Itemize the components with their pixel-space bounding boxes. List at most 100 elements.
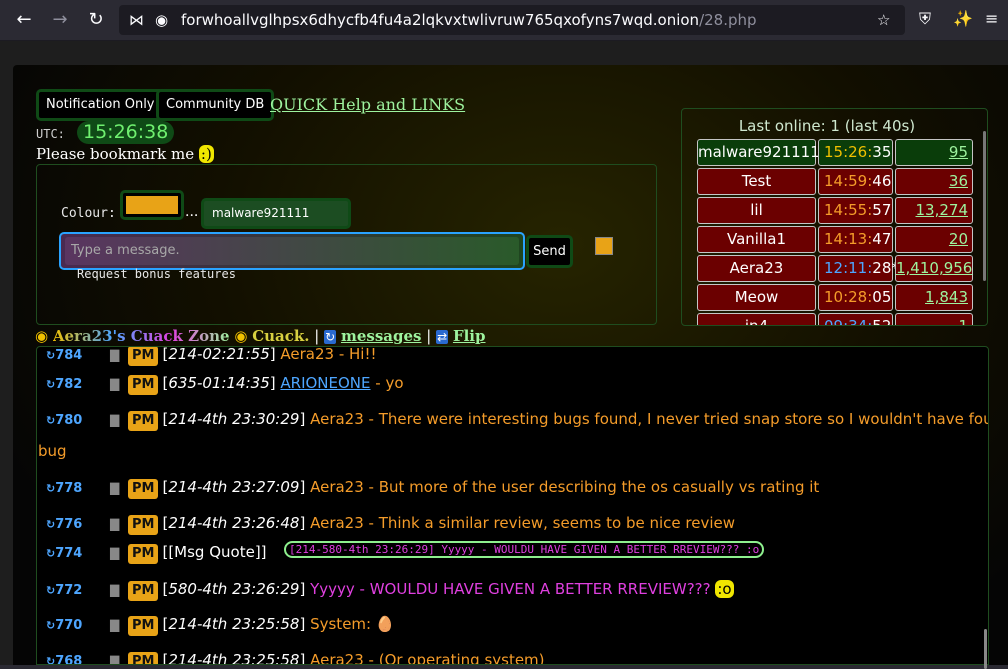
message-timestamp: [580-4th 23:26:29]	[162, 580, 306, 598]
dots-separator: ...	[185, 204, 199, 220]
chat-app-panel: Notification Only Community DB QUICK Hel…	[13, 65, 1008, 665]
username-field[interactable]: malware921111	[201, 198, 351, 229]
emote: :o	[715, 580, 734, 598]
menu-icon[interactable]: ≡	[985, 9, 998, 28]
chat-log: ↻784 PM [214-02:21:55] Aera23 - Hi!! ▇ ↻782 P…	[36, 346, 989, 665]
online-user-name: lil	[697, 197, 816, 224]
forward-icon[interactable]: →	[48, 8, 72, 32]
back-icon[interactable]: ←	[12, 8, 36, 32]
message-menu-icon[interactable]: ▇	[110, 348, 119, 362]
online-user-time: 09:34:52	[818, 313, 893, 326]
pm-button[interactable]: PM	[128, 616, 159, 636]
message-timestamp: [214-4th 23:30:29]	[162, 410, 306, 428]
pm-button[interactable]: PM	[128, 515, 159, 535]
message-text: [[Msg Quote]]	[162, 543, 267, 561]
message-text: 🥚	[371, 615, 395, 633]
reply-icon[interactable]: ↻	[46, 482, 55, 495]
flip-link[interactable]: Flip	[453, 327, 486, 345]
online-user-name: Meow	[697, 284, 816, 311]
online-user-time: 15:26:35	[818, 139, 893, 166]
refresh-icon[interactable]: ↻	[324, 330, 337, 344]
message-menu-icon[interactable]: ▇	[110, 618, 119, 632]
cuack-text: Cuack.	[252, 327, 310, 345]
reply-icon[interactable]: ↻	[46, 414, 55, 427]
pm-button[interactable]: PM	[128, 544, 159, 564]
online-user-time: 14:59:46	[818, 168, 893, 195]
shield-icon[interactable]: ⛨	[919, 9, 931, 29]
chat-message: ↻774 PM [[Msg Quote]]	[46, 536, 267, 570]
message-text: - (Or operating system)	[363, 651, 545, 665]
message-text: - WOULDU HAVE GIVEN A BETTER RREVIEW???	[354, 580, 711, 598]
community-db-button[interactable]: Community DB	[156, 89, 275, 121]
pm-button[interactable]: PM	[128, 479, 159, 499]
message-author[interactable]: ARIONEONE	[280, 374, 370, 392]
reply-icon[interactable]: ↻	[46, 378, 55, 391]
colour-label: Colour:	[61, 206, 116, 221]
message-menu-icon[interactable]: ▇	[110, 546, 119, 560]
chat-message: ↻772 PM [580-4th 23:26:29] Yyyyy - WOULDU …	[46, 573, 734, 607]
online-user-count[interactable]: 1,843	[895, 284, 973, 311]
page-scrollbar[interactable]	[984, 629, 987, 669]
message-author: Aera23	[310, 514, 364, 532]
online-user-time: 10:28:05	[818, 284, 893, 311]
send-button[interactable]: Send	[526, 235, 573, 268]
chat-message: ↻778 PM [214-4th 23:27:09] Aera23 - But mo…	[46, 471, 819, 505]
reply-icon[interactable]: ↻	[46, 584, 55, 597]
online-scrollbar[interactable]	[983, 131, 986, 281]
message-author: Aera23	[280, 346, 335, 363]
colour-swatch[interactable]	[595, 237, 613, 255]
message-menu-icon[interactable]: ▇	[110, 583, 119, 597]
pm-button[interactable]: PM	[128, 652, 159, 664]
chat-message: ↻768 PM [214-4th 23:25:58] Aera23 - (Or op…	[46, 644, 545, 665]
smiley-emote: :)	[198, 145, 214, 163]
quick-help-link[interactable]: QUICK Help and LINKS	[270, 95, 465, 114]
reply-icon[interactable]: ↻	[46, 619, 55, 632]
message-input[interactable]: Type a message.	[59, 232, 525, 270]
online-user-count[interactable]: 13,274	[895, 197, 973, 224]
online-time-s: 46	[872, 172, 892, 190]
notification-only-button[interactable]: Notification Only	[36, 89, 165, 121]
pm-button[interactable]: PM	[128, 411, 159, 431]
browser-toolbar: ← → ↻ ⋈ ◉ forwhoallvglhpsx6dhycfb4fu4a2l…	[0, 0, 1008, 41]
message-placeholder[interactable]: Type a message.	[65, 237, 519, 265]
pm-button[interactable]: PM	[128, 375, 159, 395]
bookmark-star-icon[interactable]: ☆	[877, 11, 890, 29]
reply-icon[interactable]: ↻	[46, 547, 55, 560]
message-author: Aera23	[310, 651, 364, 665]
message-menu-icon[interactable]: ▇	[110, 481, 119, 495]
onion-icon[interactable]: ◉	[155, 11, 168, 29]
flip-icon[interactable]: ⇄	[436, 330, 449, 344]
pm-button[interactable]: PM	[128, 581, 159, 601]
colour-picker-button[interactable]	[120, 190, 184, 220]
message-author: Aera23	[310, 478, 364, 496]
message-menu-icon[interactable]: ▇	[110, 377, 119, 391]
reply-icon[interactable]: ↻	[46, 349, 55, 362]
new-identity-icon[interactable]: ✨	[953, 9, 973, 28]
online-time-s: 52	[872, 317, 892, 326]
messages-link[interactable]: messages	[341, 327, 422, 345]
reload-icon[interactable]: ↻	[84, 8, 108, 32]
online-user-name: Aera23	[697, 255, 816, 282]
online-user-count[interactable]: 1	[895, 313, 973, 325]
message-menu-icon[interactable]: ▇	[110, 517, 119, 531]
quoted-message: [214-580-4th 23:26:29] Yyyyy - WOULDU HA…	[284, 541, 765, 558]
online-time-hm: 14:55:	[824, 201, 873, 219]
message-menu-icon[interactable]: ▇	[110, 413, 119, 427]
online-user-time: 14:55:57	[818, 197, 893, 224]
message-menu-icon[interactable]: ▇	[110, 654, 119, 664]
pm-button[interactable]: PM	[128, 347, 159, 366]
message-author: Yyyyy	[310, 580, 355, 598]
online-user-count[interactable]: 95	[895, 139, 973, 166]
online-user-count[interactable]: 20	[895, 226, 973, 253]
message-author: System:	[310, 615, 372, 633]
reply-icon[interactable]: ↻	[46, 518, 55, 531]
reply-icon[interactable]: ↻	[46, 655, 55, 664]
message-continuation: bug	[38, 442, 67, 460]
url-bar[interactable]: ⋈ ◉ forwhoallvglhpsx6dhycfb4fu4a2lqkvxtw…	[119, 5, 905, 35]
online-user-count[interactable]: 36	[895, 168, 973, 195]
online-user-name: in4	[697, 313, 816, 325]
online-user-count[interactable]: 1,410,956	[895, 255, 973, 282]
tor-circuit-icon[interactable]: ⋈	[129, 11, 144, 29]
message-text: - There were interesting bugs found, I n…	[363, 410, 989, 428]
url-text: forwhoallvglhpsx6dhycfb4fu4a2lqkvxtwlivr…	[181, 11, 757, 29]
